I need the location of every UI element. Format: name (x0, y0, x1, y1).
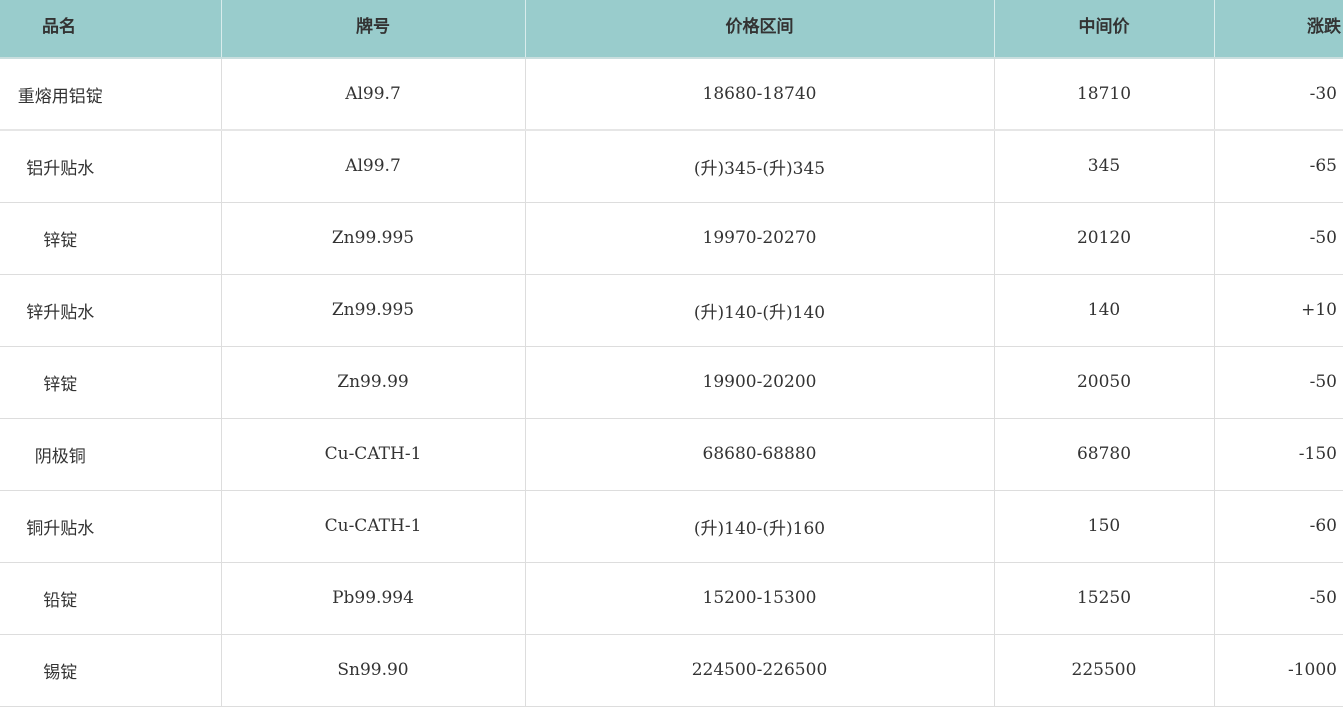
table-row: 锌锭 Zn99.995 19970-20270 20120 -50 (0, 202, 1343, 275)
cell-product-name: 锌升贴水 (0, 274, 221, 347)
cell-product-name: 铅锭 (0, 562, 221, 635)
table-row: 铜升贴水 Cu-CATH-1 (升)140-(升)160 150 -60 (0, 490, 1343, 563)
table-row: 锌锭 Zn99.99 19900-20200 20050 -50 (0, 346, 1343, 419)
header-grade: 牌号 (220, 0, 525, 59)
cell-change: -50 (1213, 562, 1343, 635)
cell-change: -65 (1213, 129, 1343, 203)
cell-grade: Sn99.90 (220, 634, 525, 707)
cell-mid-price: 18710 (993, 58, 1214, 131)
cell-grade: Al99.7 (220, 58, 525, 131)
cell-change: -50 (1213, 346, 1343, 419)
cell-grade: Zn99.99 (220, 346, 525, 419)
cell-price-range: (升)140-(升)140 (524, 274, 994, 347)
cell-mid-price: 68780 (993, 418, 1214, 491)
header-row: 品名 牌号 价格区间 中间价 涨跌 (0, 0, 1343, 59)
cell-product-name: 重熔用铝锭 (0, 58, 221, 131)
table-header: 品名 牌号 价格区间 中间价 涨跌 (0, 0, 1343, 59)
cell-change: -1000 (1213, 634, 1343, 707)
header-product-name: 品名 (0, 0, 221, 59)
table-body: 重熔用铝锭 Al99.7 18680-18740 18710 -30 铝升贴水 … (0, 58, 1343, 707)
cell-price-range: (升)140-(升)160 (524, 490, 994, 563)
cell-price-range: (升)345-(升)345 (524, 129, 994, 203)
cell-grade: Pb99.994 (220, 562, 525, 635)
header-mid-price: 中间价 (993, 0, 1214, 59)
cell-product-name: 锡锭 (0, 634, 221, 707)
cell-price-range: 19900-20200 (524, 346, 994, 419)
cell-grade: Cu-CATH-1 (220, 490, 525, 563)
table-row: 阴极铜 Cu-CATH-1 68680-68880 68780 -150 (0, 418, 1343, 491)
cell-change: -150 (1213, 418, 1343, 491)
cell-price-range: 18680-18740 (524, 58, 994, 131)
cell-price-range: 68680-68880 (524, 418, 994, 491)
cell-change: +10 (1213, 274, 1343, 347)
cell-mid-price: 150 (993, 490, 1214, 563)
table-row: 锌升贴水 Zn99.995 (升)140-(升)140 140 +10 (0, 274, 1343, 347)
cell-mid-price: 15250 (993, 562, 1214, 635)
cell-change: -60 (1213, 490, 1343, 563)
cell-mid-price: 225500 (993, 634, 1214, 707)
cell-mid-price: 20120 (993, 202, 1214, 275)
cell-price-range: 15200-15300 (524, 562, 994, 635)
table-row: 重熔用铝锭 Al99.7 18680-18740 18710 -30 (0, 58, 1343, 131)
table-row: 铅锭 Pb99.994 15200-15300 15250 -50 (0, 562, 1343, 635)
cell-product-name: 铜升贴水 (0, 490, 221, 563)
cell-change: -50 (1213, 202, 1343, 275)
cell-product-name: 锌锭 (0, 202, 221, 275)
cell-grade: Al99.7 (220, 129, 525, 203)
table-row: 锡锭 Sn99.90 224500-226500 225500 -1000 (0, 634, 1343, 707)
cell-product-name: 锌锭 (0, 346, 221, 419)
cell-grade: Cu-CATH-1 (220, 418, 525, 491)
cell-product-name: 阴极铜 (0, 418, 221, 491)
header-change: 涨跌 (1213, 0, 1343, 59)
cell-mid-price: 140 (993, 274, 1214, 347)
header-price-range: 价格区间 (524, 0, 994, 59)
cell-mid-price: 345 (993, 129, 1214, 203)
cell-mid-price: 20050 (993, 346, 1214, 419)
table-row: 铝升贴水 Al99.7 (升)345-(升)345 345 -65 (0, 129, 1343, 203)
cell-grade: Zn99.995 (220, 202, 525, 275)
cell-price-range: 224500-226500 (524, 634, 994, 707)
cell-product-name: 铝升贴水 (0, 129, 221, 203)
price-table: 品名 牌号 价格区间 中间价 涨跌 重熔用铝锭 Al99.7 18680-187… (0, 0, 1343, 707)
cell-change: -30 (1213, 58, 1343, 131)
cell-price-range: 19970-20270 (524, 202, 994, 275)
cell-grade: Zn99.995 (220, 274, 525, 347)
